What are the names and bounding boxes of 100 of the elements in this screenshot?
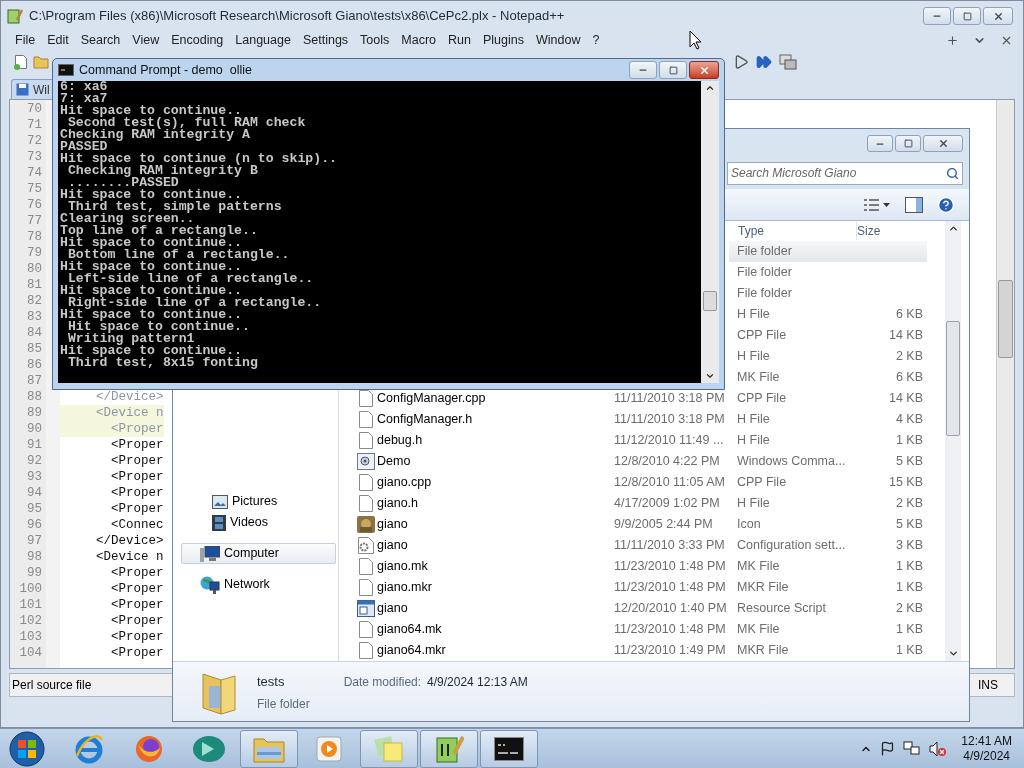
code-line: <Device n bbox=[95, 549, 164, 565]
menu-item[interactable]: Edit bbox=[41, 30, 75, 50]
taskbar-button[interactable] bbox=[480, 729, 538, 768]
add-icon[interactable] bbox=[946, 33, 959, 47]
nav-item[interactable]: Network bbox=[181, 574, 336, 595]
file-tab[interactable]: Wil bbox=[11, 79, 55, 99]
console-icon[interactable] bbox=[494, 736, 524, 761]
file-row[interactable]: File folder bbox=[729, 262, 927, 283]
file-type: MKR File bbox=[737, 580, 789, 595]
folder-icon[interactable] bbox=[33, 54, 49, 70]
scrollbar[interactable] bbox=[701, 81, 719, 383]
help-icon[interactable] bbox=[937, 195, 955, 214]
file-size: 14 KB bbox=[888, 328, 923, 343]
minimize-button[interactable] bbox=[923, 7, 951, 25]
file-row[interactable]: giano.cpp 12/8/2010 11:05 AM CPP File 15 KB bbox=[339, 472, 945, 493]
new-document-icon[interactable] bbox=[13, 54, 29, 70]
scroll-down-icon[interactable] bbox=[947, 648, 959, 659]
maximize-button[interactable] bbox=[953, 7, 981, 25]
file-name: giano.h bbox=[377, 496, 418, 511]
menu-item[interactable]: ? bbox=[586, 30, 606, 50]
start-orb-icon[interactable] bbox=[8, 729, 46, 768]
file-row[interactable]: H File 2 KB bbox=[729, 346, 927, 367]
line-number: 87 bbox=[27, 373, 42, 389]
menu-item[interactable]: Language bbox=[229, 30, 297, 50]
file-row[interactable]: giano.mkr 11/23/2010 1:48 PM MKR File 1 KB bbox=[339, 577, 945, 598]
menu-item[interactable]: Search bbox=[74, 30, 127, 50]
file-row[interactable]: ConfigManager.cpp 11/11/2010 3:18 PM CPP File 14 KB bbox=[339, 388, 945, 409]
file-row[interactable]: File folder bbox=[729, 241, 927, 262]
scrollbar[interactable] bbox=[945, 221, 961, 661]
stacked-windows-icon[interactable] bbox=[779, 54, 797, 70]
column-header[interactable]: Size bbox=[857, 222, 927, 240]
speaker-muted-icon[interactable] bbox=[929, 740, 948, 757]
bubble-play-icon[interactable] bbox=[192, 733, 226, 764]
file-row[interactable]: File folder bbox=[729, 283, 927, 304]
close-button[interactable] bbox=[689, 61, 719, 79]
menu-item[interactable]: Settings bbox=[296, 30, 355, 50]
nav-item[interactable]: Pictures bbox=[181, 491, 336, 512]
file-name: giano bbox=[377, 517, 408, 532]
taskbar-button[interactable] bbox=[420, 729, 478, 768]
nav-item[interactable]: Videos bbox=[181, 512, 336, 533]
menu-item[interactable]: Tools bbox=[354, 30, 396, 50]
search-icon[interactable] bbox=[946, 166, 959, 180]
scroll-up-icon[interactable] bbox=[947, 223, 959, 234]
scrollbar[interactable] bbox=[996, 100, 1014, 668]
scroll-down-icon[interactable] bbox=[705, 371, 715, 381]
play-icon[interactable] bbox=[316, 734, 342, 763]
menu-item[interactable]: View bbox=[126, 30, 166, 50]
menu-item[interactable]: Macro bbox=[395, 30, 443, 50]
scrollbar-thumb[interactable] bbox=[998, 280, 1013, 358]
file-row[interactable]: giano 11/11/2010 3:33 PM Configuration sett... 3 KB bbox=[339, 535, 945, 556]
window-document-icon bbox=[357, 600, 375, 617]
column-header[interactable]: Type bbox=[737, 222, 857, 240]
notepad-pencil-icon[interactable] bbox=[434, 733, 464, 764]
file-row[interactable]: CPP File 14 KB bbox=[729, 325, 927, 346]
console-line: Clearing screen.. bbox=[60, 213, 195, 225]
fast-forward-icon[interactable] bbox=[756, 54, 772, 70]
file-row[interactable]: giano.h 4/17/2009 1:02 PM H File 2 KB bbox=[339, 493, 945, 514]
line-number: 97 bbox=[27, 533, 42, 549]
close-button[interactable] bbox=[983, 7, 1013, 25]
maximize-button[interactable] bbox=[895, 135, 921, 152]
file-row[interactable]: giano64.mkr 11/23/2010 1:49 PM MKR File 1 KB bbox=[339, 640, 945, 661]
document-icon bbox=[359, 474, 373, 491]
file-row[interactable]: giano64.mk 11/23/2010 1:48 PM MK File 1 KB bbox=[339, 619, 945, 640]
minimize-button[interactable] bbox=[629, 61, 657, 79]
maximize-button[interactable] bbox=[659, 61, 687, 79]
file-row[interactable]: MK File 6 KB bbox=[729, 367, 927, 388]
file-row[interactable]: debug.h 11/12/2010 11:49 ... H File 1 KB bbox=[339, 430, 945, 451]
menu-item[interactable]: Window bbox=[529, 30, 587, 50]
menu-item[interactable]: Plugins bbox=[476, 30, 530, 50]
console-line: Hit space to continue.. bbox=[66, 321, 251, 333]
search-field[interactable]: Search Microsoft Giano bbox=[727, 161, 963, 185]
play-icon[interactable] bbox=[733, 54, 749, 70]
file-row[interactable]: H File 6 KB bbox=[729, 304, 927, 325]
scrollbar-thumb[interactable] bbox=[946, 321, 960, 436]
file-row[interactable]: giano 12/20/2010 1:40 PM Resource Script 2 KB bbox=[339, 598, 945, 619]
fox-globe-icon[interactable] bbox=[134, 733, 164, 764]
view-list-icon[interactable] bbox=[863, 197, 891, 212]
file-date: 11/23/2010 1:49 PM bbox=[614, 643, 726, 658]
scroll-up-icon[interactable] bbox=[705, 83, 715, 93]
preview-pane-icon[interactable] bbox=[905, 196, 923, 213]
code-line: <Connec bbox=[110, 517, 164, 533]
minimize-button[interactable] bbox=[867, 135, 893, 152]
nav-item[interactable]: Computer bbox=[181, 543, 336, 564]
search-input[interactable]: Search Microsoft Giano bbox=[731, 164, 946, 182]
flag-icon[interactable] bbox=[880, 741, 896, 756]
file-name: giano.mk bbox=[377, 559, 428, 574]
line-number: 104 bbox=[19, 645, 42, 661]
file-row[interactable]: ConfigManager.h 11/11/2010 3:18 PM H File 4 KB bbox=[339, 409, 945, 430]
file-row[interactable]: giano 9/9/2005 2:44 PM Icon 5 KB bbox=[339, 514, 945, 535]
console-line: Hit space to continue.. bbox=[60, 345, 243, 357]
menu-item[interactable]: File bbox=[9, 30, 42, 50]
network-icon[interactable] bbox=[903, 740, 922, 757]
menu-item[interactable]: Run bbox=[442, 30, 477, 50]
file-row[interactable]: giano.mk 11/23/2010 1:48 PM MK File 1 KB bbox=[339, 556, 945, 577]
scrollbar-thumb[interactable] bbox=[703, 291, 717, 311]
close-button[interactable] bbox=[923, 135, 963, 152]
menu-item[interactable]: Encoding bbox=[165, 30, 230, 50]
file-row[interactable]: Demo 12/8/2010 4:22 PM Windows Comma... 5 KB bbox=[339, 451, 945, 472]
letter-e-globe-icon[interactable] bbox=[74, 733, 104, 764]
console-line: Third test, simple patterns bbox=[67, 201, 283, 213]
